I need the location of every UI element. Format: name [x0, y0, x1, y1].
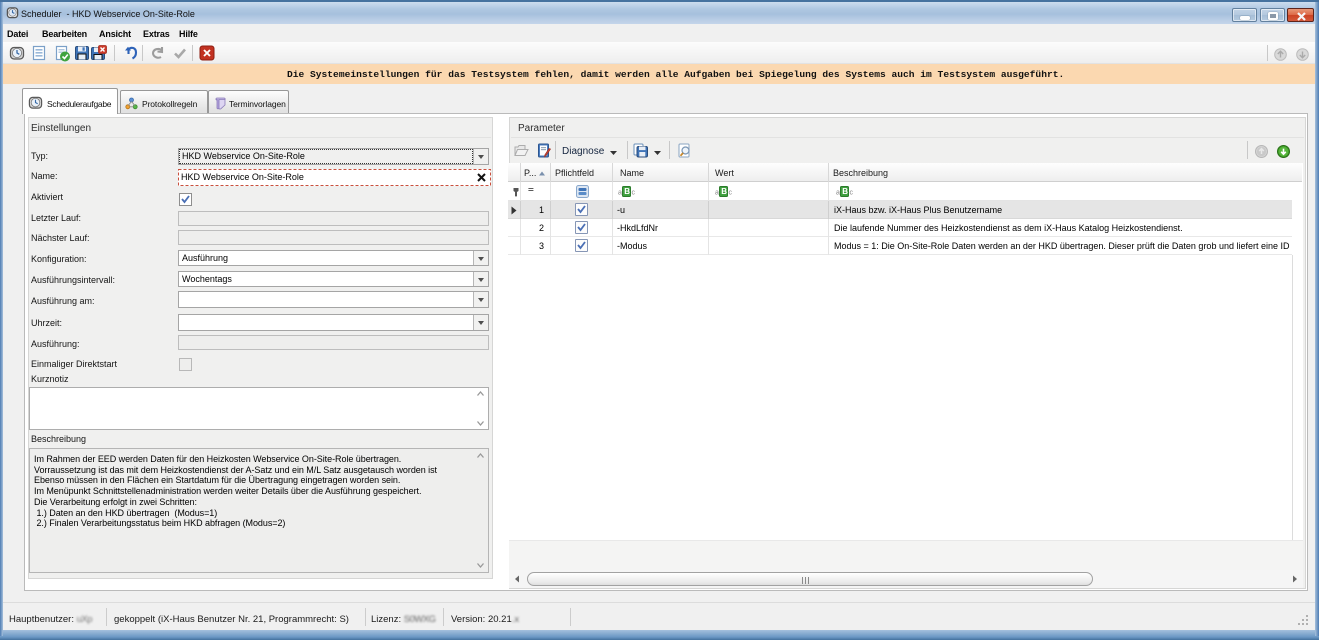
svg-text:a: a — [618, 190, 622, 197]
svg-text:B: B — [842, 187, 848, 196]
svg-text:B: B — [721, 187, 727, 196]
svg-text:c: c — [729, 190, 733, 197]
svg-text:a: a — [836, 190, 840, 197]
svg-text:c: c — [632, 190, 636, 197]
svg-text:B: B — [624, 187, 630, 196]
svg-text:c: c — [850, 190, 854, 197]
svg-text:a: a — [715, 190, 719, 197]
